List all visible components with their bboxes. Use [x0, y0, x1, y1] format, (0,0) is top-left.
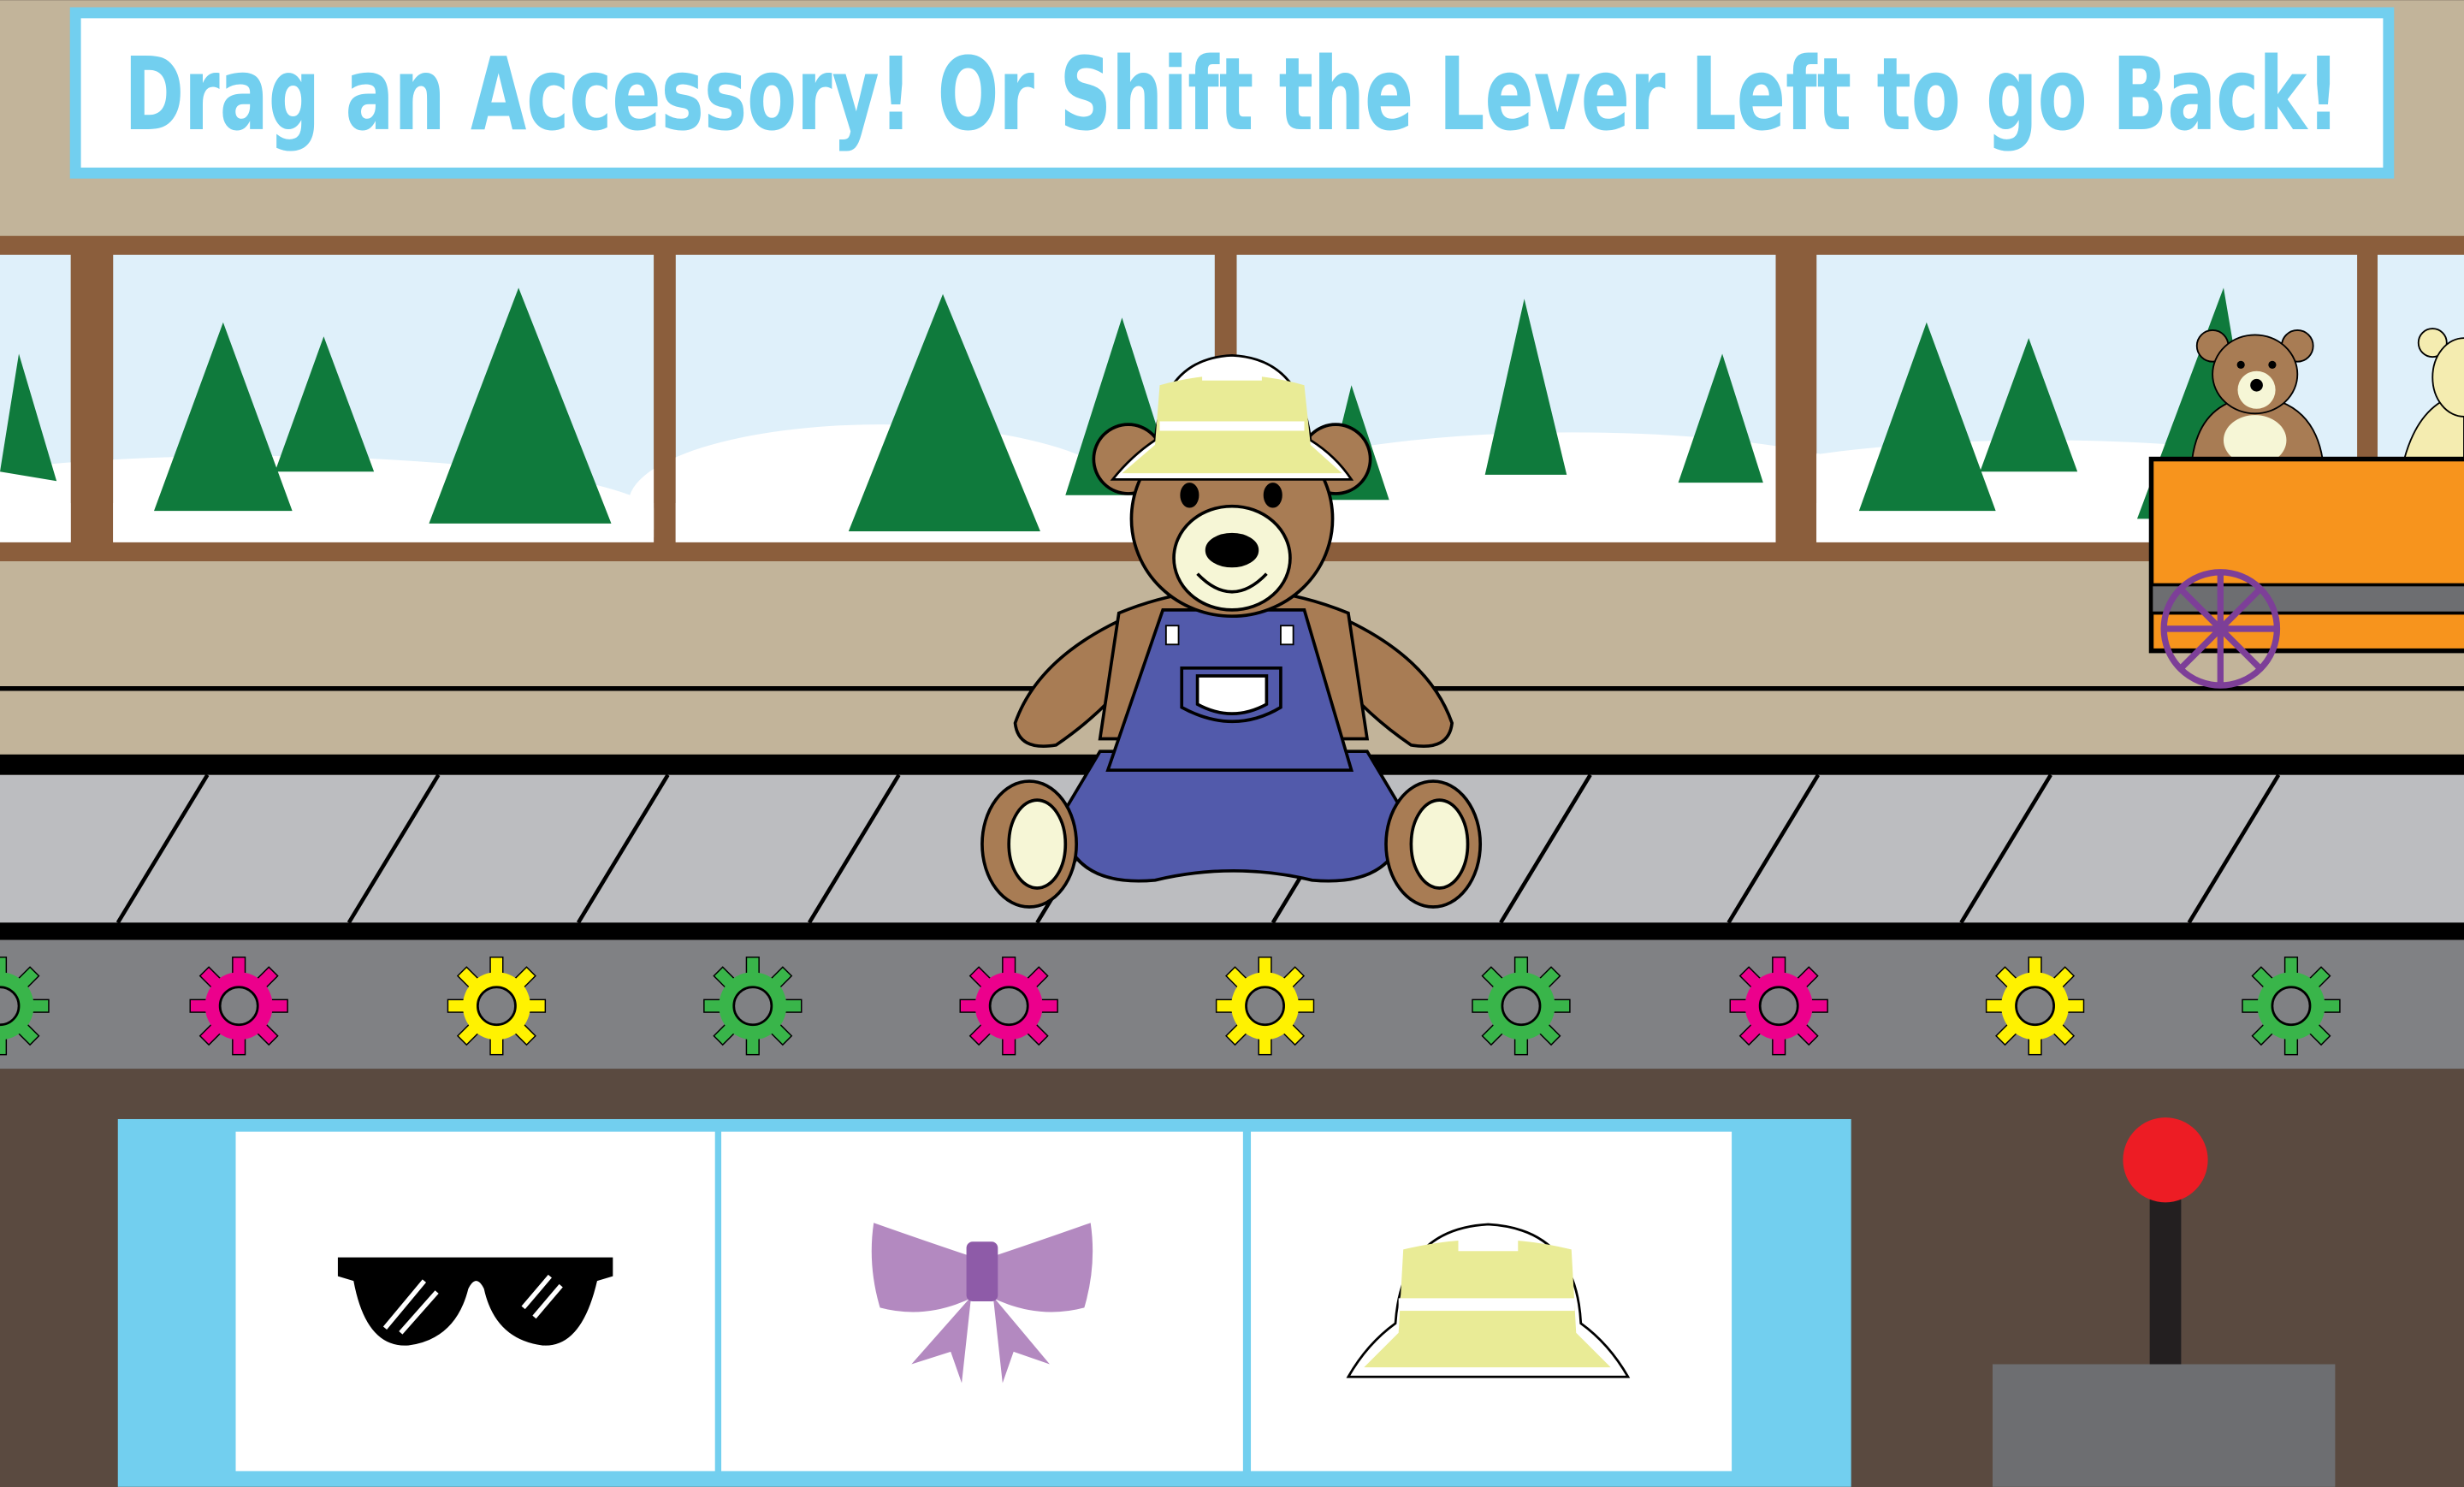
- accessory-tray: [117, 1118, 1851, 1487]
- accessory-slot-sunglasses[interactable]: [235, 1131, 715, 1472]
- instruction-banner: Drag an Accessory! Or Shift the Lever Le…: [69, 7, 2395, 179]
- accessory-slot-bucket-hat[interactable]: [1251, 1131, 1732, 1472]
- gear-icon: [2242, 957, 2341, 1056]
- gear-icon: [1215, 957, 1315, 1056]
- gear-icon: [1985, 957, 2085, 1056]
- gear-icon: [703, 957, 803, 1056]
- lever-knob: [2123, 1117, 2208, 1203]
- gear-icon: [959, 957, 1058, 1056]
- overall-pocket: [1195, 674, 1269, 715]
- gear-icon: [447, 957, 547, 1056]
- instruction-text: Drag an Accessory! Or Shift the Lever Le…: [124, 36, 2340, 153]
- cart-wheel: [2160, 569, 2281, 689]
- gear-icon: [1472, 957, 1571, 1056]
- game-scene: Drag an Accessory! Or Shift the Lever Le…: [0, 0, 2464, 1487]
- gear-icon: [1729, 957, 1828, 1056]
- accessory-slot-bow[interactable]: [721, 1131, 1243, 1472]
- lever-base: [1992, 1364, 2336, 1487]
- gear-icon: [189, 957, 288, 1056]
